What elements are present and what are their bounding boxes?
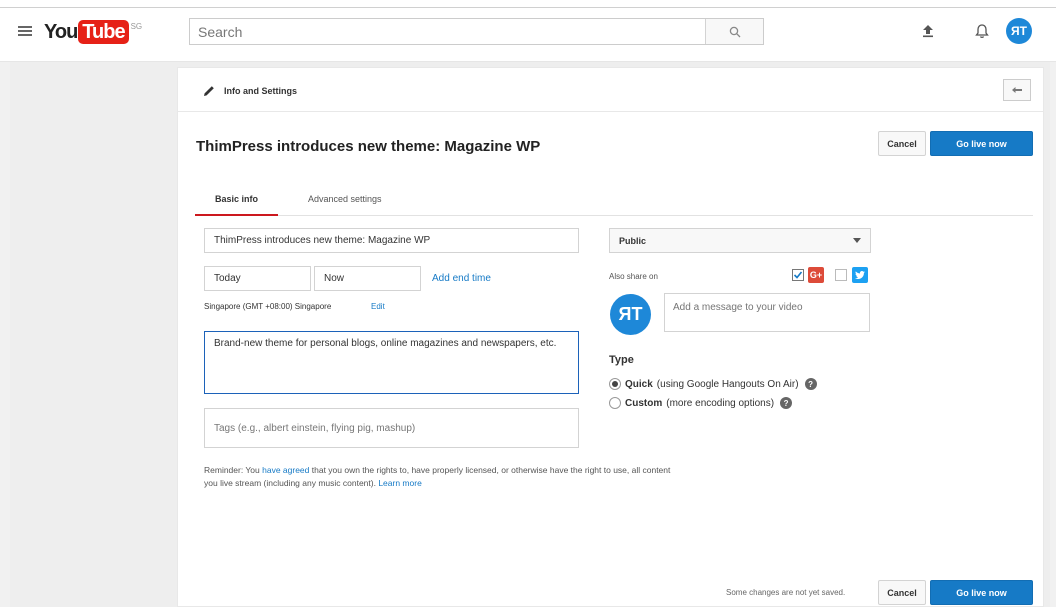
logo-country: SG [130,22,143,31]
have-agreed-link[interactable]: have agreed [262,465,309,475]
privacy-select[interactable]: Public [609,228,871,253]
upload-icon[interactable] [918,21,938,41]
top-strip [0,0,1056,8]
account-avatar[interactable]: ЯT [1006,18,1032,44]
rights-reminder: Reminder: You have agreed that you own t… [204,464,684,490]
help-icon[interactable]: ? [780,397,793,409]
back-arrow-icon [1012,87,1022,93]
search-input[interactable] [190,19,705,44]
footer-go-live-button[interactable]: Go live now [930,580,1033,605]
timezone-edit-link[interactable]: Edit [371,302,385,311]
time-field[interactable]: Now [314,266,421,291]
help-icon[interactable]: ? [804,378,817,390]
search-button[interactable] [705,19,763,44]
tab-basic-info[interactable]: Basic info [195,194,278,216]
footer-cancel-button[interactable]: Cancel [878,580,926,605]
cancel-button[interactable]: Cancel [878,131,926,156]
info-settings-header: Info and Settings [202,84,297,98]
logo-you: You [44,21,78,43]
radio-custom[interactable] [609,397,621,409]
gplus-checkbox[interactable] [792,269,804,281]
radio-quick[interactable] [609,378,621,390]
header-divider [178,111,1043,112]
tab-advanced-settings[interactable]: Advanced settings [308,194,382,204]
back-button[interactable] [1003,79,1031,101]
date-field[interactable]: Today [204,266,311,291]
go-live-button[interactable]: Go live now [930,131,1033,156]
logo-tube: Tube [78,20,129,44]
timezone-text: Singapore (GMT +08:00) Singapore [204,302,332,311]
bell-icon[interactable] [972,21,992,41]
unsaved-status: Some changes are not yet saved. [726,588,846,597]
tab-bar: Basic info Advanced settings [195,186,1033,216]
learn-more-link[interactable]: Learn more [378,478,421,488]
twitter-checkbox[interactable] [835,269,847,281]
add-end-time-link[interactable]: Add end time [432,273,491,284]
channel-avatar: ЯT [610,294,651,335]
type-label: Type [609,354,634,366]
chevron-down-icon [853,238,861,243]
search-bar [189,18,764,45]
page-title: ThimPress introduces new theme: Magazine… [196,138,541,155]
gplus-icon: G+ [808,267,824,283]
type-option-desc: (using Google Hangouts On Air) [656,378,799,390]
type-option-name: Custom [625,397,663,409]
type-option-quick[interactable]: Quick (using Google Hangouts On Air) ? [609,378,817,390]
share-label: Also share on [609,272,658,281]
type-option-custom[interactable]: Custom (more encoding options) ? [609,397,793,409]
youtube-logo[interactable]: You Tube SG [44,20,142,44]
description-field[interactable]: Brand-new theme for personal blogs, onli… [204,331,579,394]
pencil-icon [204,86,214,96]
info-settings-label: Info and Settings [224,86,297,96]
type-option-name: Quick [625,378,653,390]
live-panel: Info and Settings ThimPress introduces n… [177,67,1044,607]
title-field[interactable]: ThimPress introduces new theme: Magazine… [204,228,579,253]
checkmark-icon [793,271,803,279]
tags-field[interactable]: Tags (e.g., albert einstein, flying pig,… [204,408,579,448]
twitter-icon [852,267,868,283]
type-option-desc: (more encoding options) [666,397,775,409]
privacy-selected: Public [619,235,647,246]
menu-icon[interactable] [18,26,32,36]
share-message-input[interactable] [664,293,870,332]
masthead: You Tube SG ЯT [0,0,1056,62]
search-icon [729,26,740,37]
reminder-prefix: Reminder: You [204,465,263,475]
